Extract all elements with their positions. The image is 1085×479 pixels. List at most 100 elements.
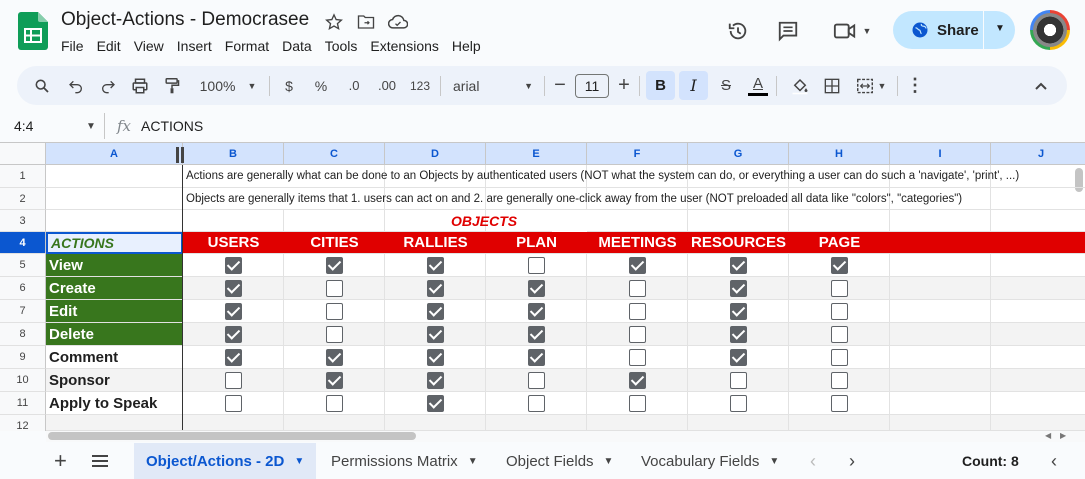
grid-cell[interactable] [890,277,991,300]
checkbox-cell[interactable] [486,300,587,323]
name-box[interactable]: 4:4 [14,118,33,134]
checkbox-cell[interactable] [486,346,587,369]
grid-cell[interactable] [688,210,789,232]
action-label-cell[interactable]: Apply to Speak [46,392,183,415]
checkbox-cell[interactable] [284,346,385,369]
checkbox-cell[interactable] [385,346,486,369]
grid-cell[interactable] [284,210,385,232]
grid-cell[interactable] [890,415,991,431]
checkbox-cell[interactable] [789,300,890,323]
grid-cell[interactable] [890,232,991,254]
row-header-11[interactable]: 11 [0,392,46,415]
decrease-decimal-button[interactable]: .0 [341,66,367,105]
row-header-4[interactable]: 4 [0,232,46,254]
grid-cell[interactable] [46,165,183,188]
checkbox-unchecked[interactable] [830,325,848,343]
checkbox-cell[interactable] [183,277,284,300]
checkbox-unchecked[interactable] [325,325,343,343]
checkbox-cell[interactable] [789,369,890,392]
checkbox-unchecked[interactable] [325,302,343,320]
checkbox-unchecked[interactable] [628,348,646,366]
scroll-right-icon[interactable]: ▶ [1060,431,1066,440]
undo-icon[interactable] [63,66,89,105]
checkbox-cell[interactable] [688,254,789,277]
bold-button[interactable]: B [646,71,675,100]
menu-extensions[interactable]: Extensions [370,38,444,54]
checkbox-unchecked[interactable] [628,325,646,343]
checkbox-cell[interactable] [486,392,587,415]
column-header-j[interactable]: J [991,143,1085,165]
checkbox-cell[interactable] [486,254,587,277]
checkbox-cell[interactable] [688,346,789,369]
checkbox-unchecked[interactable] [830,394,848,412]
column-header-e[interactable]: E [486,143,587,165]
grid-cell[interactable] [991,392,1085,415]
checkbox-cell[interactable] [183,392,284,415]
checkbox-checked[interactable] [426,256,444,274]
frozen-column-handle[interactable] [176,147,184,163]
scroll-tabs-left-icon[interactable]: ‹ [810,443,816,479]
more-options-icon[interactable]: ⋮ [905,66,925,105]
sheets-logo-icon[interactable] [18,12,48,50]
checkbox-checked[interactable] [224,279,242,297]
grid-cell[interactable] [991,346,1085,369]
object-header-cell[interactable]: PLAN [486,232,587,254]
grid-cell[interactable] [46,210,183,232]
checkbox-cell[interactable] [587,254,688,277]
fill-color-icon[interactable] [787,66,813,105]
borders-icon[interactable] [819,66,845,105]
menu-edit[interactable]: Edit [97,38,127,54]
column-header-f[interactable]: F [587,143,688,165]
paint-format-icon[interactable] [159,66,185,105]
checkbox-cell[interactable] [789,392,890,415]
checkbox-cell[interactable] [789,254,890,277]
checkbox-unchecked[interactable] [628,394,646,412]
version-history-icon[interactable] [725,18,751,44]
grid-cell[interactable] [890,254,991,277]
checkbox-cell[interactable] [486,323,587,346]
column-header-h[interactable]: H [789,143,890,165]
grid-cell[interactable] [991,369,1085,392]
cloud-status-icon[interactable] [388,12,408,32]
menu-tools[interactable]: Tools [325,38,364,54]
note-cell-1[interactable]: Actions are generally what can be done t… [183,165,1083,188]
checkbox-cell[interactable] [284,392,385,415]
checkbox-cell[interactable] [385,323,486,346]
checkbox-cell[interactable] [789,277,890,300]
checkbox-cell[interactable] [486,369,587,392]
checkbox-cell[interactable] [183,346,284,369]
checkbox-checked[interactable] [426,325,444,343]
formula-input[interactable]: ACTIONS [141,118,203,134]
grid-cell[interactable] [991,300,1085,323]
action-label-cell[interactable]: Create [46,277,183,300]
checkbox-cell[interactable] [183,300,284,323]
scroll-left-icon[interactable]: ◀ [1045,431,1051,440]
comments-icon[interactable] [775,18,801,44]
horizontal-scrollbar-thumb[interactable] [48,432,416,440]
scroll-tabs-right-icon[interactable]: › [849,443,855,479]
collapse-menus-icon[interactable] [1029,66,1053,105]
search-menus-icon[interactable] [29,66,55,105]
sheet-tab-menu-icon[interactable]: ▼ [769,456,779,467]
row-header-3[interactable]: 3 [0,210,46,232]
checkbox-checked[interactable] [325,371,343,389]
checkbox-cell[interactable] [385,277,486,300]
row-header-7[interactable]: 7 [0,300,46,323]
grid-cell[interactable] [991,415,1085,431]
checkbox-cell[interactable] [486,277,587,300]
selection-count[interactable]: Count: 8 [962,443,1019,479]
object-header-cell[interactable]: RESOURCES [688,232,789,254]
column-header-a[interactable]: A [46,143,183,165]
checkbox-cell[interactable] [183,369,284,392]
redo-icon[interactable] [95,66,121,105]
grid-cell[interactable] [789,415,890,431]
checkbox-cell[interactable] [688,323,789,346]
checkbox-cell[interactable] [587,277,688,300]
checkbox-unchecked[interactable] [527,256,545,274]
checkbox-unchecked[interactable] [325,394,343,412]
column-header-g[interactable]: G [688,143,789,165]
grid-cell[interactable] [385,415,486,431]
checkbox-unchecked[interactable] [830,279,848,297]
zoom-select[interactable]: 100% ▼ [193,66,263,105]
row-header-8[interactable]: 8 [0,323,46,346]
